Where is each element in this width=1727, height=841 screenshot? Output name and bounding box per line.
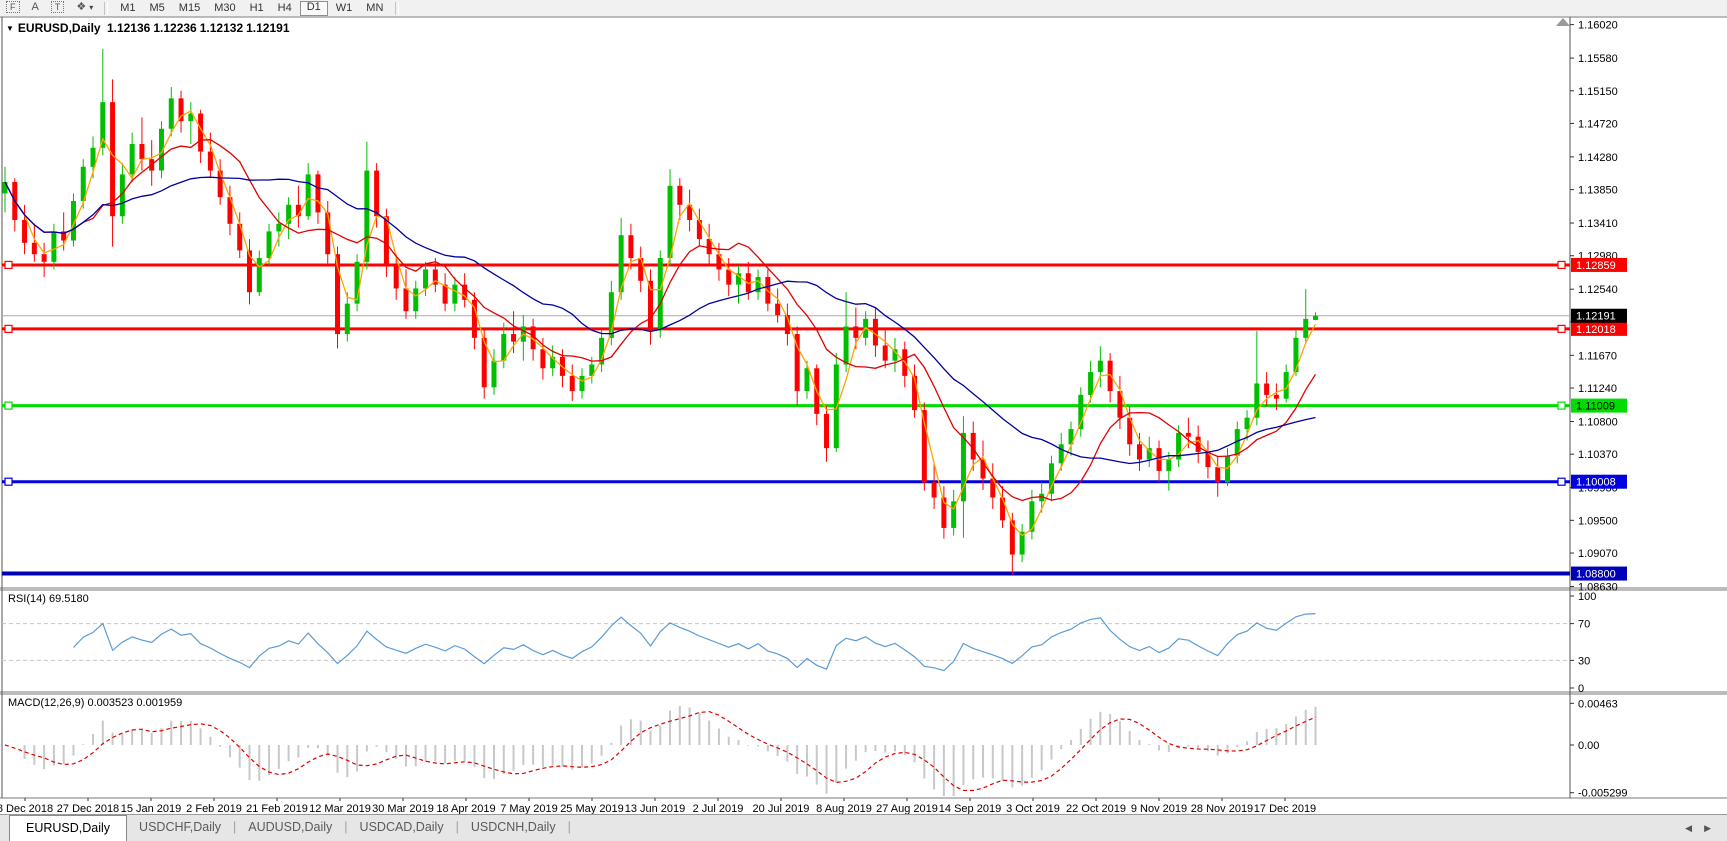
timeframe-button-M30[interactable]: M30 bbox=[208, 2, 241, 15]
drawing-tools: FAT❖▾ bbox=[0, 1, 99, 15]
horizontal-levels bbox=[2, 265, 1570, 574]
tab-scroll-right-button[interactable]: ▶ bbox=[1704, 823, 1711, 834]
timeframe-button-H4[interactable]: H4 bbox=[272, 2, 298, 15]
macd-indicator-label: MACD(12,26,9) 0.003523 0.001959 bbox=[8, 697, 182, 709]
chart-tab-USDCNH[interactable]: USDCNH,Daily bbox=[459, 815, 568, 841]
svg-text:0: 0 bbox=[1578, 683, 1584, 695]
line-handle[interactable] bbox=[5, 478, 12, 485]
ohlc-high: 1.12236 bbox=[153, 21, 196, 35]
rsi-line bbox=[74, 614, 1316, 671]
svg-text:0.00: 0.00 bbox=[1578, 740, 1599, 752]
line-handle[interactable] bbox=[1558, 325, 1565, 332]
text-tool-icon[interactable]: T bbox=[45, 1, 71, 15]
chart-tab-EURUSD[interactable]: EURUSD,Daily bbox=[9, 815, 127, 841]
symbol-label: EURUSD,Daily bbox=[18, 21, 101, 35]
svg-text:1.11009: 1.11009 bbox=[1576, 401, 1615, 413]
line-handle[interactable] bbox=[5, 261, 12, 268]
timeframe-button-M1[interactable]: M1 bbox=[114, 2, 141, 15]
label-tool-icon[interactable]: A bbox=[26, 1, 45, 15]
svg-text:70: 70 bbox=[1578, 619, 1590, 631]
toolbar-separator-2 bbox=[395, 2, 399, 15]
chart-tab-bar: EURUSD,DailyUSDCHF,Daily|AUDUSD,Daily|US… bbox=[0, 814, 1727, 841]
arrow-style-tool-icon[interactable]: ❖▾ bbox=[70, 1, 99, 15]
panel-borders bbox=[0, 17, 1727, 798]
svg-text:1.13410: 1.13410 bbox=[1578, 218, 1618, 230]
ohlc-close: 1.12191 bbox=[246, 21, 289, 35]
timeframe-button-MN[interactable]: MN bbox=[360, 2, 389, 15]
toolbar-separator bbox=[104, 2, 108, 15]
svg-text:1.12191: 1.12191 bbox=[1576, 311, 1616, 323]
svg-text:1.10800: 1.10800 bbox=[1578, 416, 1618, 428]
svg-text:1.11240: 1.11240 bbox=[1578, 383, 1617, 395]
timeframe-toolbar: M1M5M15M30H1H4D1W1MN bbox=[113, 1, 390, 16]
chart-canvas[interactable]: 1.16020 1.15580 1.15150 1.14720 1.14280 1.138… bbox=[0, 0, 1727, 815]
svg-text:1.15580: 1.15580 bbox=[1578, 53, 1618, 65]
line-handle[interactable] bbox=[5, 402, 12, 409]
svg-text:1.10370: 1.10370 bbox=[1578, 449, 1618, 461]
timeframe-button-M15[interactable]: M15 bbox=[173, 2, 206, 15]
chart-tab-AUDUSD[interactable]: AUDUSD,Daily bbox=[236, 815, 344, 841]
toolbar: FAT❖▾ M1M5M15M30H1H4D1W1MN bbox=[0, 0, 1727, 17]
svg-text:-0.005299: -0.005299 bbox=[1578, 788, 1628, 800]
macd-panel: 0.00463 0.00 -0.005299 bbox=[5, 698, 1628, 799]
chart-tab-USDCAD[interactable]: USDCAD,Daily bbox=[348, 815, 456, 841]
timeframe-button-D1[interactable]: D1 bbox=[300, 1, 328, 16]
rsi-indicator-label: RSI(14) 69.5180 bbox=[8, 593, 89, 605]
ohlc-low: 1.12132 bbox=[200, 21, 243, 35]
mt4-window: FAT❖▾ M1M5M15M30H1H4D1W1MN 1.16020 1.1558… bbox=[0, 0, 1727, 841]
line-handle[interactable] bbox=[1558, 261, 1565, 268]
line-handle[interactable] bbox=[5, 325, 12, 332]
tab-separator: | bbox=[568, 815, 571, 841]
profile-tool-icon[interactable]: F bbox=[0, 1, 26, 15]
svg-text:1.14280: 1.14280 bbox=[1578, 152, 1618, 164]
line-handle[interactable] bbox=[1558, 478, 1565, 485]
svg-text:1.08800: 1.08800 bbox=[1576, 569, 1616, 581]
collapse-icon[interactable]: ▼ bbox=[6, 24, 14, 33]
tab-scroll-controls: ◀ ▶ bbox=[1685, 815, 1727, 841]
svg-text:1.14720: 1.14720 bbox=[1578, 118, 1618, 130]
chart-shift-marker-icon[interactable] bbox=[1556, 18, 1570, 26]
level-handles bbox=[5, 261, 1565, 485]
svg-text:1.09500: 1.09500 bbox=[1578, 515, 1618, 527]
chart-tabs: EURUSD,DailyUSDCHF,Daily|AUDUSD,Daily|US… bbox=[0, 815, 571, 841]
rsi-panel: 100 70 30 0 bbox=[2, 591, 1596, 695]
svg-text:1.11670: 1.11670 bbox=[1578, 350, 1617, 362]
ohlc-open: 1.12136 bbox=[107, 21, 150, 35]
chart-tab-USDCHF[interactable]: USDCHF,Daily bbox=[127, 815, 233, 841]
svg-text:1.12018: 1.12018 bbox=[1576, 324, 1616, 336]
svg-text:1.12540: 1.12540 bbox=[1578, 284, 1618, 296]
svg-text:1.15150: 1.15150 bbox=[1578, 86, 1618, 98]
dropdown-caret-icon[interactable]: ▾ bbox=[89, 3, 93, 12]
svg-text:30: 30 bbox=[1578, 655, 1590, 667]
svg-text:0.00463: 0.00463 bbox=[1578, 698, 1618, 710]
date-axis: 8 Dec 201827 Dec 201815 Jan 20192 Feb 20… bbox=[0, 798, 1316, 815]
line-handle[interactable] bbox=[1558, 402, 1565, 409]
price-axis: 1.16020 1.15580 1.15150 1.14720 1.14280 1.138… bbox=[1570, 20, 1618, 594]
timeframe-button-M5[interactable]: M5 bbox=[144, 2, 171, 15]
chart-title: ▼ EURUSD,Daily 1.121361.12236 1.121321.121… bbox=[6, 21, 293, 35]
svg-text:1.10008: 1.10008 bbox=[1576, 477, 1616, 489]
timeframe-button-H1[interactable]: H1 bbox=[244, 2, 270, 15]
tab-scroll-left-button[interactable]: ◀ bbox=[1685, 823, 1692, 834]
svg-text:1.16020: 1.16020 bbox=[1578, 20, 1618, 32]
svg-text:1.12859: 1.12859 bbox=[1576, 260, 1616, 272]
timeframe-button-W1[interactable]: W1 bbox=[330, 2, 359, 15]
svg-text:1.13850: 1.13850 bbox=[1578, 185, 1618, 197]
svg-text:100: 100 bbox=[1578, 591, 1596, 603]
svg-text:1.09070: 1.09070 bbox=[1578, 548, 1618, 560]
